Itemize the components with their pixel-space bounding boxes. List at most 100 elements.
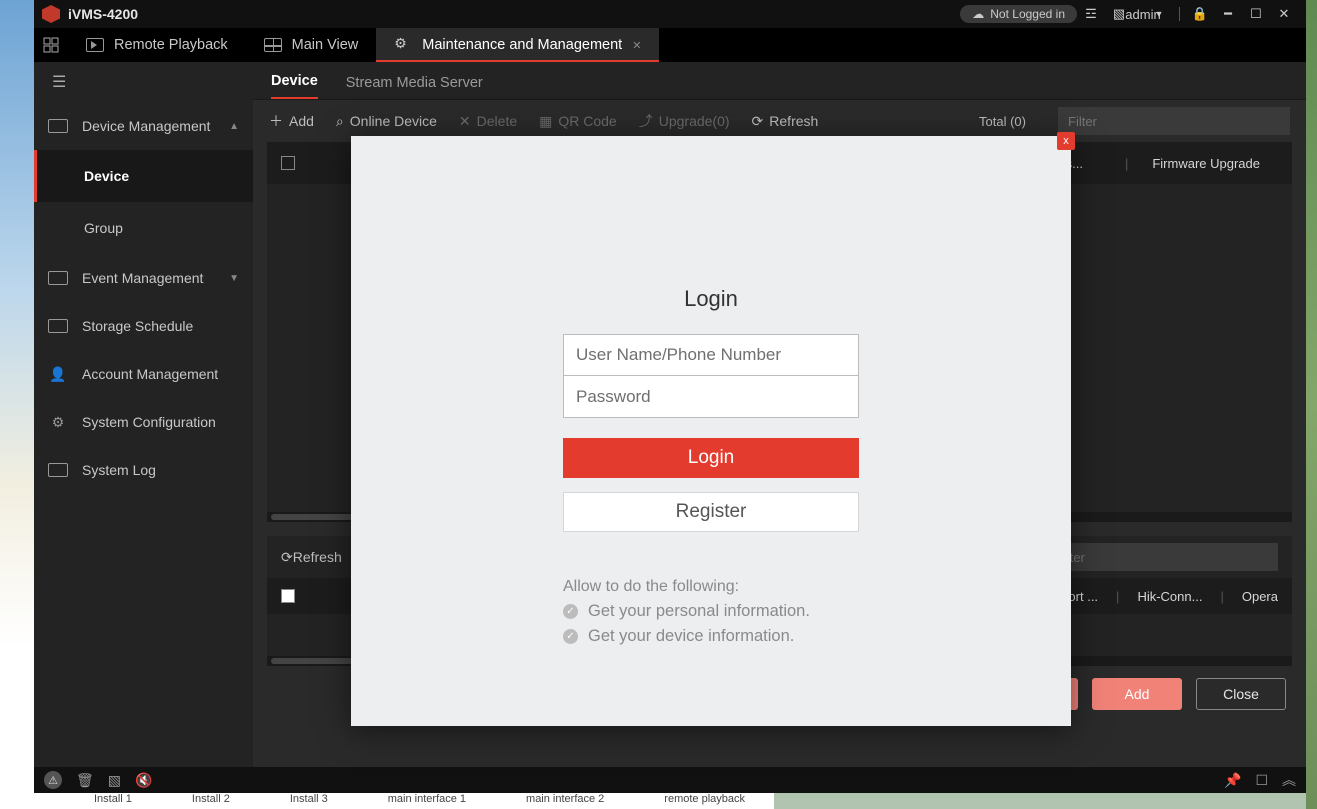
close-window-icon[interactable]: ✕	[1276, 6, 1292, 22]
lower-select-all-checkbox[interactable]	[281, 589, 295, 603]
sidebar-item-storage-schedule[interactable]: Storage Schedule	[34, 302, 253, 350]
tabbar: Remote Playback Main View Maintenance an…	[34, 28, 1306, 62]
apps-grid-icon[interactable]	[34, 28, 68, 62]
device-mgmt-icon	[48, 119, 68, 133]
lower-refresh-button[interactable]: ⟳Refresh	[281, 549, 342, 566]
sidebar-label: Device Management	[82, 118, 210, 134]
qr-icon: ▦	[539, 113, 552, 130]
sidebar-item-system-log[interactable]: System Log	[34, 446, 253, 494]
user-label[interactable]: admin	[1135, 6, 1151, 22]
chevron-down-icon: ▼	[229, 273, 239, 284]
maximize-icon[interactable]: ☐	[1248, 6, 1264, 22]
filter-input[interactable]	[1058, 107, 1290, 135]
lower-filter-input[interactable]	[1046, 543, 1278, 571]
delete-button: ✕Delete	[459, 113, 517, 130]
sidebar-label: Storage Schedule	[82, 318, 193, 334]
total-label: Total (0)	[979, 114, 1026, 129]
sidebar-item-account-management[interactable]: 👤 Account Management	[34, 350, 253, 398]
titlebar: iVMS-4200 ☁ Not Logged in ☲ ▧ admin ▼ 🔒 …	[34, 0, 1306, 28]
user-dropdown-icon[interactable]: ▼	[1151, 6, 1167, 22]
refresh-icon: ⟳	[281, 549, 293, 565]
footer-close-button[interactable]: Close	[1196, 678, 1286, 710]
col-firmware-upgrade[interactable]: Firmware Upgrade	[1152, 156, 1278, 171]
subtab-device[interactable]: Device	[271, 73, 318, 99]
plus-icon: ＋	[269, 111, 283, 131]
check-icon: ✓	[563, 604, 578, 619]
desktop-background-left	[0, 0, 34, 809]
username-input[interactable]	[563, 334, 859, 376]
pin-icon[interactable]: 📌	[1224, 772, 1241, 789]
tab-label: Main View	[292, 37, 359, 53]
login-modal: x Login Login Register Allow to do the f…	[351, 136, 1071, 726]
statusbar: ⚠ 🗑 ▧ 🔇 📌 ☐ ︽	[34, 767, 1306, 793]
tab-close-icon[interactable]: ✕	[632, 39, 641, 52]
sidebar: ☰ Device Management ▲ Device Group Event…	[34, 62, 253, 767]
log-icon	[48, 463, 68, 477]
restore-icon[interactable]: ☐	[1255, 772, 1268, 789]
tab-label: Remote Playback	[114, 37, 228, 53]
permission-2: Get your device information.	[588, 627, 794, 646]
permission-1: Get your personal information.	[588, 602, 810, 621]
event-mgmt-icon	[48, 271, 68, 285]
sidebar-label: System Log	[82, 462, 156, 478]
sidebar-sub-label: Group	[84, 220, 123, 236]
tab-maintenance[interactable]: Maintenance and Management ✕	[376, 28, 659, 62]
app-title: iVMS-4200	[68, 6, 138, 22]
expand-icon[interactable]: ︽	[1282, 770, 1296, 790]
footer-add-button[interactable]: Add	[1092, 678, 1182, 710]
sidebar-toggle-icon[interactable]: ☰	[34, 62, 253, 102]
subtab-bar: Device Stream Media Server	[253, 62, 1306, 100]
playback-icon	[86, 38, 104, 52]
password-input[interactable]	[563, 376, 859, 418]
maintenance-icon	[394, 38, 412, 52]
qr-code-button: ▦QR Code	[539, 113, 617, 130]
col-hikconnect[interactable]: Hik-Conn...	[1137, 589, 1202, 604]
chevron-up-icon: ▲	[229, 121, 239, 132]
add-button[interactable]: ＋Add	[269, 111, 314, 131]
refresh-icon: ⟳	[752, 113, 764, 130]
storage-icon	[48, 319, 68, 333]
picture-icon[interactable]: ▧	[108, 772, 121, 789]
separator	[1179, 7, 1180, 21]
config-icon: ⚙	[48, 414, 68, 431]
upload-icon: ⤴	[639, 111, 653, 131]
login-status-text: Not Logged in	[990, 7, 1065, 21]
col-operation[interactable]: Opera	[1242, 589, 1278, 604]
list-icon[interactable]: ☲	[1083, 6, 1099, 22]
sidebar-sub-device[interactable]: Device	[34, 150, 253, 202]
refresh-button[interactable]: ⟳Refresh	[752, 113, 819, 130]
tab-remote-playback[interactable]: Remote Playback	[68, 28, 246, 62]
login-status-pill[interactable]: ☁ Not Logged in	[960, 5, 1077, 23]
register-button[interactable]: Register	[563, 492, 859, 532]
mute-icon[interactable]: 🔇	[135, 772, 152, 789]
search-icon: ⌕	[336, 113, 344, 130]
mainview-icon	[264, 38, 282, 52]
sidebar-item-event-management[interactable]: Event Management ▼	[34, 254, 253, 302]
minimize-icon[interactable]: ━	[1220, 6, 1236, 22]
desktop-background-right	[1306, 0, 1317, 809]
modal-close-icon[interactable]: x	[1057, 132, 1075, 150]
sidebar-label: Account Management	[82, 366, 218, 382]
sidebar-label: System Configuration	[82, 414, 216, 430]
trash-icon[interactable]: 🗑	[76, 772, 94, 789]
online-device-button[interactable]: ⌕Online Device	[336, 113, 437, 130]
sidebar-item-device-management[interactable]: Device Management ▲	[34, 102, 253, 150]
alert-icon[interactable]: ⚠	[44, 771, 62, 789]
sidebar-item-system-configuration[interactable]: ⚙ System Configuration	[34, 398, 253, 446]
account-icon: 👤	[48, 366, 68, 383]
login-button[interactable]: Login	[563, 438, 859, 478]
permissions-block: Allow to do the following: ✓Get your per…	[563, 578, 859, 646]
lock-icon[interactable]: 🔒	[1192, 6, 1208, 22]
sidebar-sub-group[interactable]: Group	[34, 202, 253, 254]
modal-title: Login	[563, 286, 859, 312]
subtab-stream-media-server[interactable]: Stream Media Server	[346, 75, 483, 99]
upgrade-button: ⤴Upgrade(0)	[639, 111, 730, 131]
select-all-checkbox[interactable]	[281, 156, 295, 170]
tab-label: Maintenance and Management	[422, 37, 622, 53]
sidebar-label: Event Management	[82, 270, 203, 286]
delete-icon: ✕	[459, 113, 471, 130]
windows-taskbar-fragment: Install 1 Install 2 Install 3 main inter…	[34, 793, 774, 809]
check-icon: ✓	[563, 629, 578, 644]
tab-main-view[interactable]: Main View	[246, 28, 377, 62]
app-logo-icon	[42, 5, 60, 23]
